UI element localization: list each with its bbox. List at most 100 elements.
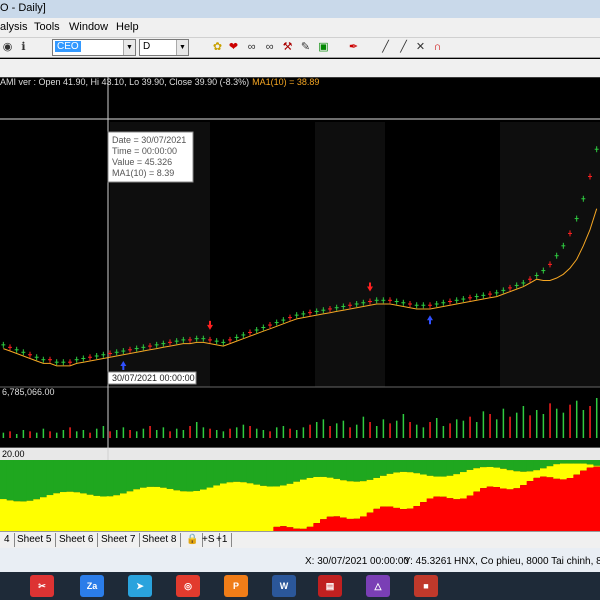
line-tool-icon[interactable]: ╱ (378, 40, 393, 55)
volume-bar (289, 428, 291, 438)
indicator-yellow-segment (200, 489, 208, 531)
back-icon[interactable]: ◉ (0, 40, 15, 55)
indicator-green-segment (13, 460, 21, 502)
info-line: AMI ver : Open 41.90, Hi 43.10, Lo 39.90… (0, 77, 319, 87)
indicator-yellow-segment (0, 499, 8, 531)
indicator-green-segment (460, 460, 468, 473)
volume-bar (455, 419, 458, 438)
ray-tool-icon[interactable]: ╱ (396, 40, 411, 55)
tooltip-value: Value = 45.326 (112, 157, 172, 167)
menu-help[interactable]: Help (116, 21, 139, 33)
indicator-red-segment (380, 506, 388, 531)
indicator-yellow-segment (473, 468, 481, 492)
volume-bar (235, 427, 238, 438)
symbol-combobox[interactable]: CEO ▼ (52, 39, 136, 56)
amibroker-icon[interactable]: △ (366, 575, 390, 597)
indicator-red-segment (480, 488, 488, 531)
indicator-red-segment (460, 498, 468, 531)
zalo-icon[interactable]: Za (80, 575, 104, 597)
indicator-red-segment (420, 502, 428, 531)
info-icon[interactable]: ℹ (16, 40, 31, 55)
tooltip-ma: MA1(10) = 8.39 (112, 168, 174, 178)
sheet-nav-icon[interactable]: +1 (212, 533, 233, 547)
volume-bar (562, 412, 565, 438)
indicator-green-segment (393, 460, 401, 473)
indicator-yellow-segment (246, 483, 254, 531)
indicator-red-segment (560, 479, 568, 531)
indicator-yellow-segment (13, 501, 21, 531)
app2-icon[interactable]: ■ (414, 575, 438, 597)
menu-tools[interactable]: Tools (34, 21, 60, 33)
chrome-icon[interactable]: ◎ (176, 575, 200, 597)
indicator-yellow-segment (280, 485, 288, 527)
zoom-icon[interactable]: ∞ (262, 40, 277, 55)
indicator-red-segment (386, 506, 394, 531)
tab-sheet-5[interactable]: Sheet 5 (13, 533, 57, 547)
indicator-yellow-segment (206, 487, 214, 531)
indicator-green-segment (220, 460, 228, 484)
indicator-green-segment (266, 460, 274, 487)
tab-sheet-7[interactable]: Sheet 7 (97, 533, 141, 547)
magnet-icon[interactable]: ∩ (430, 40, 445, 55)
indicator-yellow-segment (433, 476, 441, 497)
indicator-green-segment (573, 460, 581, 464)
indicator-green-segment (420, 460, 428, 475)
period-combobox[interactable]: D ▼ (139, 39, 189, 56)
indicator-yellow-segment (166, 488, 174, 531)
chevron-down-icon[interactable]: ▼ (176, 40, 188, 55)
indicator-green-segment (86, 460, 94, 495)
hammer-icon[interactable]: ⚒ (280, 40, 295, 55)
word-icon[interactable]: W (272, 575, 296, 597)
telegram-icon[interactable]: ➤ (128, 575, 152, 597)
tab-sheet-8[interactable]: Sheet 8 (138, 533, 182, 547)
status-x-coord: X: 30/07/2021 00:00:00 (305, 556, 409, 567)
indicator-red-segment (453, 499, 461, 531)
volume-bar (155, 430, 158, 438)
indicator-yellow-segment (86, 494, 94, 531)
indicator-green-segment (593, 460, 600, 466)
binoculars-icon[interactable]: ∞ (244, 40, 259, 55)
pdf-icon[interactable]: P (224, 575, 248, 597)
volume-bar (202, 427, 205, 438)
indicator-yellow-segment (306, 477, 314, 527)
title-bar: O - Daily] (0, 0, 600, 18)
indicator-green-segment (566, 460, 574, 464)
indicator-green-segment (6, 460, 14, 501)
volume-bar (302, 427, 305, 438)
indicator-yellow-segment (540, 468, 548, 477)
volume-bar (489, 414, 491, 438)
indicator-yellow-segment (386, 473, 394, 507)
snipping-tool-icon[interactable]: ✂ (30, 575, 54, 597)
indicator-yellow-segment (526, 471, 534, 482)
menu-analysis[interactable]: alysis (0, 21, 28, 33)
indicator-green-segment (153, 460, 161, 487)
indicator-red-segment (493, 487, 501, 531)
indicator-green-segment (166, 460, 174, 489)
volume-bar (255, 428, 258, 438)
indicator-green-segment (300, 460, 308, 480)
pen-color-icon[interactable]: ✒ (346, 40, 361, 55)
indicator-yellow-segment (66, 491, 74, 531)
taskbar: ✂ Za ➤ ◎ P W ▤ △ ■ (0, 572, 600, 600)
menu-window[interactable]: Window (69, 21, 108, 33)
heart-icon[interactable]: ❤ (226, 40, 241, 55)
indicator-yellow-segment (453, 474, 461, 500)
app-icon[interactable]: ▤ (318, 575, 342, 597)
indicator-yellow-segment (413, 473, 421, 507)
indicator-green-segment (526, 460, 534, 472)
tab-sheet-6[interactable]: Sheet 6 (55, 533, 99, 547)
image-icon[interactable]: ▣ (316, 40, 331, 55)
chevron-down-icon[interactable]: ▼ (123, 40, 135, 55)
volume-bar (315, 422, 318, 438)
volume-bar (475, 422, 478, 438)
crosshair-date-label: 30/07/2021 00:00:00 (112, 373, 195, 383)
chart-area[interactable]: AMI ver : Open 41.90, Hi 43.10, Lo 39.90… (0, 77, 600, 531)
volume-bar (29, 431, 31, 438)
volume-bar (582, 410, 585, 438)
indicator-yellow-segment (266, 486, 274, 531)
cross-tool-icon[interactable]: ✕ (413, 40, 428, 55)
tool-icon[interactable]: ✎ (298, 40, 313, 55)
gear-icon[interactable]: ✿ (210, 40, 225, 55)
indicator-green-segment (513, 460, 521, 472)
indicator-green-segment (440, 460, 448, 477)
